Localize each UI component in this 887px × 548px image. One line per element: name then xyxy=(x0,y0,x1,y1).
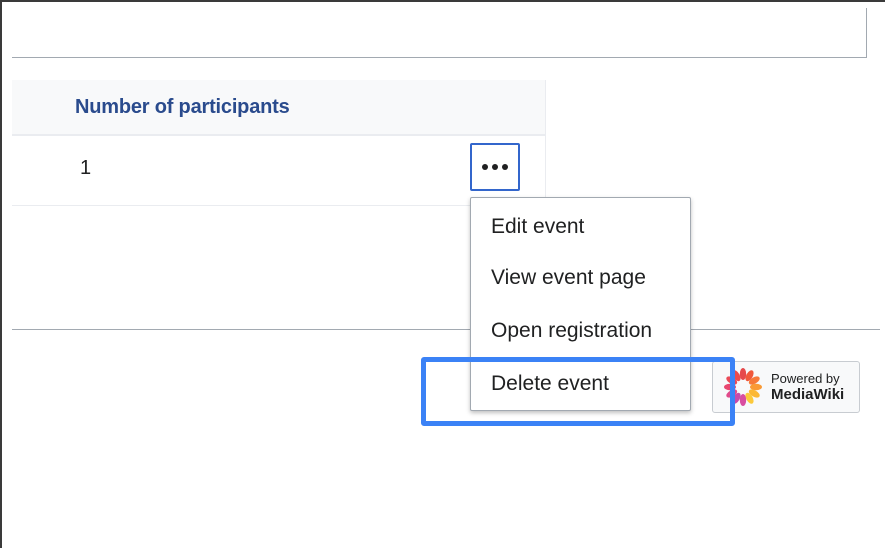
footer-divider xyxy=(12,329,880,330)
table-header-row: Number of participants xyxy=(12,80,545,136)
mediawiki-logo-icon xyxy=(724,368,762,406)
powered-by-mediawiki-badge[interactable]: Powered by MediaWiki xyxy=(712,361,860,413)
menu-item-open-registration[interactable]: Open registration xyxy=(471,304,690,357)
mediawiki-label: MediaWiki xyxy=(771,386,845,403)
powered-by-text: Powered by MediaWiki xyxy=(771,372,844,402)
menu-item-delete-event[interactable]: Delete event xyxy=(471,357,690,410)
menu-item-view-event-page[interactable]: View event page xyxy=(471,251,690,304)
row-actions-dropdown: Edit event View event page Open registra… xyxy=(470,197,691,411)
row-actions-menu-button[interactable] xyxy=(470,143,520,191)
column-header-participants[interactable]: Number of participants xyxy=(75,96,290,119)
table-row: 1 xyxy=(12,136,545,204)
content-header-box xyxy=(12,8,867,58)
ellipsis-icon xyxy=(482,164,508,170)
powered-by-label: Powered by xyxy=(771,371,840,386)
page: Number of participants 1 Edit event View… xyxy=(0,0,887,548)
events-table: Number of participants 1 xyxy=(12,80,546,206)
menu-item-edit-event[interactable]: Edit event xyxy=(471,202,690,251)
participants-count-cell: 1 xyxy=(80,157,92,179)
